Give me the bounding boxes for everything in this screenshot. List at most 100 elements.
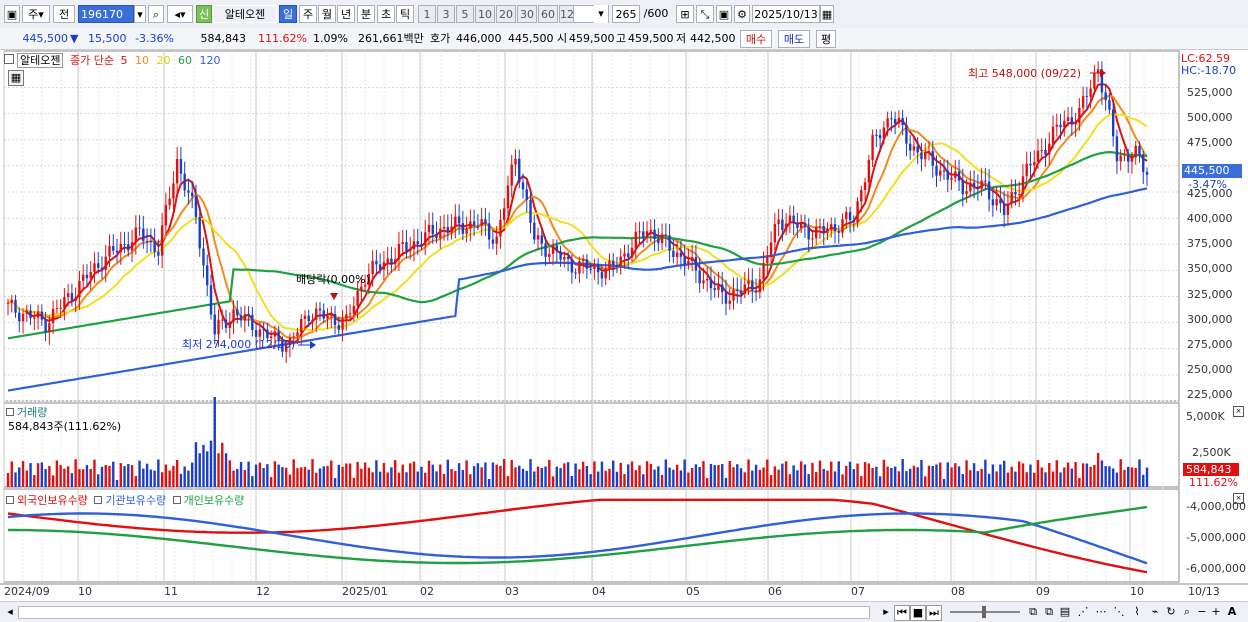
copy-icon[interactable]: ⧉: [1042, 605, 1056, 619]
volume-bar: [709, 463, 713, 487]
interval-30[interactable]: 30: [517, 5, 537, 23]
prev-button[interactable]: 전: [53, 5, 75, 23]
candle-body: [123, 243, 126, 245]
low-price: 442,500: [690, 32, 736, 45]
scroll-right-icon[interactable]: ▸: [880, 605, 892, 619]
window-menu-icon[interactable]: ▣: [4, 5, 20, 23]
pattern-icon[interactable]: ⌁: [1148, 605, 1162, 619]
volume-bar: [251, 476, 254, 487]
search-icon[interactable]: ⌕: [1180, 605, 1194, 619]
quote-label: 호가: [430, 32, 451, 45]
candle-body: [965, 191, 968, 195]
close-panel-icon[interactable]: ×: [1233, 493, 1244, 504]
volume-bar: [717, 464, 720, 487]
volume-bar: [1044, 472, 1047, 487]
volume-bar: [454, 470, 457, 487]
plus-icon[interactable]: +: [1210, 605, 1222, 619]
close-panel-icon[interactable]: ×: [1233, 406, 1244, 417]
timeframe-4[interactable]: 분: [357, 5, 375, 23]
copy-icon[interactable]: ⧉: [1026, 605, 1040, 619]
sell-button[interactable]: 매도: [778, 30, 810, 48]
candle-body: [566, 256, 570, 260]
timeframe-3[interactable]: 년: [337, 5, 355, 23]
grid-toggle-icon[interactable]: ▦: [8, 70, 24, 86]
interval-10[interactable]: 10: [475, 5, 495, 23]
volume-bar: [491, 462, 495, 487]
candle-body: [382, 262, 386, 270]
candle-settings-icon[interactable]: ⊞: [676, 5, 694, 23]
volume-bar: [322, 466, 325, 487]
candle-body: [183, 173, 186, 191]
scroll-left-icon[interactable]: ◂: [4, 605, 16, 619]
refresh-icon[interactable]: ↻: [1164, 605, 1178, 619]
legend-square-icon[interactable]: [6, 496, 14, 504]
timeframe-2[interactable]: 월: [318, 5, 336, 23]
period-select[interactable]: 주▾: [22, 5, 50, 23]
timeframe-1[interactable]: 주: [299, 5, 317, 23]
volume-bar: [987, 473, 991, 487]
save-icon[interactable]: ▣: [716, 5, 732, 23]
sound-icon[interactable]: ◂▾: [167, 5, 193, 23]
horizontal-scrollbar[interactable]: [18, 606, 870, 619]
open-label: 시: [557, 32, 568, 45]
minus-icon[interactable]: −: [1196, 605, 1208, 619]
interval-3[interactable]: 3: [437, 5, 455, 23]
search-icon[interactable]: ⌕: [148, 5, 164, 23]
volume-bar: [232, 470, 235, 487]
candle-body: [893, 119, 897, 124]
gear-icon[interactable]: ⚙: [734, 5, 750, 23]
volume-bar: [863, 462, 867, 487]
legend-square-icon[interactable]: [6, 408, 14, 416]
interval-20[interactable]: 20: [496, 5, 516, 23]
legend-square-icon[interactable]: [4, 54, 14, 64]
stock-code-input[interactable]: 196170: [78, 5, 134, 23]
candle-body: [589, 268, 592, 270]
volume-bar: [506, 476, 510, 487]
legend-square-icon[interactable]: [94, 496, 103, 504]
count-input[interactable]: 265: [612, 5, 640, 23]
timeframe-0[interactable]: 일: [279, 5, 297, 23]
code-dropdown-icon[interactable]: ▾: [134, 5, 146, 23]
candle-body: [991, 199, 995, 206]
pattern-icon[interactable]: ⋯: [1094, 605, 1108, 619]
candle-body: [908, 143, 912, 151]
legend-square-icon[interactable]: [172, 496, 181, 504]
interval-dropdown-icon[interactable]: ▾: [594, 5, 608, 23]
font-size-icon[interactable]: A: [1224, 605, 1240, 619]
volume-bar: [612, 460, 615, 487]
last-page-icon[interactable]: ⏭: [926, 605, 942, 621]
volume-bar: [266, 464, 269, 487]
volume-bar: [318, 468, 322, 487]
date-input[interactable]: 2025/10/13: [752, 5, 820, 23]
interval-5[interactable]: 5: [456, 5, 474, 23]
interval-60[interactable]: 60: [538, 5, 558, 23]
timeframe-5[interactable]: 초: [377, 5, 395, 23]
tool-icon[interactable]: ⤡: [696, 5, 714, 23]
volume-bar: [262, 467, 265, 487]
volume-bar: [213, 397, 216, 487]
volume-bar: [134, 476, 138, 487]
volume-bar: [901, 459, 904, 487]
stop-icon[interactable]: ■: [910, 605, 926, 621]
candle-body: [679, 252, 683, 257]
volume-bar: [845, 465, 848, 487]
volume-bar: [127, 464, 130, 487]
pattern-icon[interactable]: ⌇: [1130, 605, 1144, 619]
first-page-icon[interactable]: ⏮: [894, 605, 910, 621]
calendar-icon[interactable]: ▦: [820, 5, 834, 23]
chart-area[interactable]: [0, 49, 1248, 601]
eval-button[interactable]: 평: [816, 30, 836, 48]
timeframe-6[interactable]: 틱: [396, 5, 414, 23]
buy-button[interactable]: 매수: [740, 30, 772, 48]
interval-1[interactable]: 1: [418, 5, 436, 23]
candle-body: [1130, 157, 1134, 162]
pattern-icon[interactable]: ⋰: [1076, 605, 1090, 619]
volume-bar: [893, 466, 897, 487]
volume-bar: [1096, 453, 1100, 487]
candle-body: [386, 258, 389, 263]
volume-bar: [1130, 467, 1134, 487]
volume-bar: [292, 459, 295, 487]
zoom-slider-handle[interactable]: [982, 606, 986, 618]
layout-icon[interactable]: ▤: [1058, 605, 1072, 619]
pattern-icon[interactable]: ⋱: [1112, 605, 1126, 619]
